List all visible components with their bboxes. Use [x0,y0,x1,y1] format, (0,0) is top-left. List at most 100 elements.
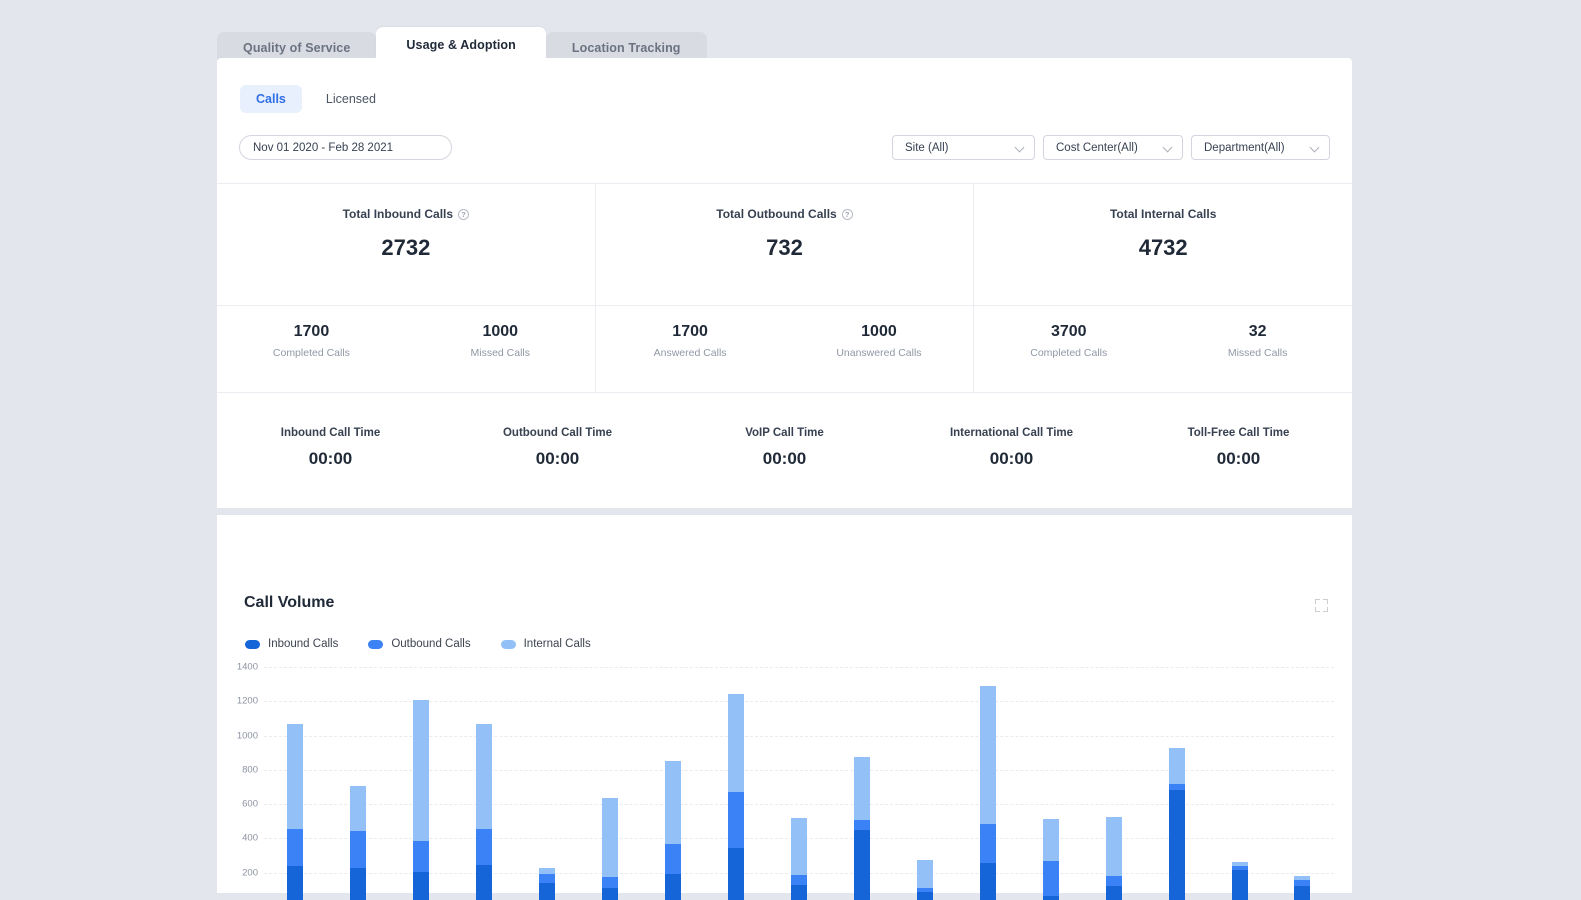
bar-slot[interactable] [390,667,453,900]
bar-segment [1294,886,1310,900]
legend-label: Outbound Calls [391,638,470,650]
kpi-sub-value: 1000 [482,323,518,341]
stacked-bar[interactable] [1232,862,1248,900]
chevron-down-icon [1164,143,1173,152]
kpi-card-inbound-header: Total Inbound Calls ? 2732 [217,184,595,306]
legend-item[interactable]: Internal Calls [501,638,591,650]
bar-slot[interactable] [642,667,705,900]
bar-segment [665,761,681,843]
bar-segment [539,874,555,883]
bar-slot[interactable] [327,667,390,900]
stacked-bar[interactable] [728,694,744,900]
bar-segment [1169,748,1185,784]
stacked-bar[interactable] [917,860,933,900]
bar-segment [350,868,366,900]
call-time-value: 00:00 [990,449,1033,469]
bar-segment [476,865,492,900]
kpi-sub-value: 1700 [294,323,330,341]
kpi-card-internal-value: 4732 [1139,235,1188,261]
y-axis-tick-label: 1200 [237,696,258,707]
legend-swatch [368,640,383,649]
bar-slot[interactable] [1082,667,1145,900]
bar-slot[interactable] [453,667,516,900]
bar-segment [854,820,870,829]
legend-label: Inbound Calls [268,638,338,650]
bar-slot[interactable] [956,667,1019,900]
bar-slot[interactable] [1145,667,1208,900]
expand-icon[interactable] [1315,599,1328,612]
help-icon[interactable]: ? [842,209,853,220]
site-filter-value: Site (All) [905,142,948,154]
view-switcher: Calls Licensed [240,85,392,113]
stacked-bar[interactable] [1169,748,1185,900]
kpi-sub-metric: 3700 Completed Calls [974,306,1163,392]
kpi-card-internal-subs: 3700 Completed Calls 32 Missed Calls [974,306,1352,392]
bar-segment [728,792,744,848]
date-range-input[interactable]: Nov 01 2020 - Feb 28 2021 [239,135,452,160]
stacked-bar[interactable] [1294,876,1310,900]
bar-segment [1169,790,1185,900]
bar-slot[interactable] [264,667,327,900]
stacked-bar[interactable] [791,818,807,900]
stacked-bar[interactable] [602,798,618,900]
kpi-sub-metric: 1700 Completed Calls [217,306,406,392]
help-icon[interactable]: ? [458,209,469,220]
kpi-card-inbound-label: Total Inbound Calls [343,207,453,221]
legend-item[interactable]: Inbound Calls [245,638,338,650]
department-filter-dropdown[interactable]: Department(All) [1191,135,1330,160]
stacked-bar[interactable] [665,761,681,900]
y-axis-tick-label: 600 [242,799,258,810]
cost-center-filter-dropdown[interactable]: Cost Center(All) [1043,135,1183,160]
bar-slot[interactable] [705,667,768,900]
bar-slot[interactable] [1271,667,1334,900]
page-title: Call Volume [244,594,334,612]
legend-item[interactable]: Outbound Calls [368,638,470,650]
kpi-card-inbound-value: 2732 [381,235,430,261]
bar-slot[interactable] [516,667,579,900]
bar-slot[interactable] [830,667,893,900]
y-axis-tick-label: 1000 [237,730,258,741]
bar-slot[interactable] [1208,667,1271,900]
stacked-bar[interactable] [539,868,555,900]
stacked-bar[interactable] [980,686,996,900]
bar-segment [602,888,618,900]
kpi-card-inbound-subs: 1700 Completed Calls 1000 Missed Calls [217,306,595,392]
call-time-international: International Call Time 00:00 [898,427,1125,469]
stacked-bar[interactable] [1106,817,1122,900]
bar-slot[interactable] [893,667,956,900]
bar-slot[interactable] [579,667,642,900]
kpi-card-internal-label-row: Total Internal Calls [1110,207,1216,221]
view-switcher-calls[interactable]: Calls [240,85,302,113]
call-time-value: 00:00 [763,449,806,469]
bar-segment [854,830,870,900]
call-time-label: Outbound Call Time [503,427,612,439]
stacked-bar[interactable] [413,700,429,900]
call-time-strip: Inbound Call Time 00:00 Outbound Call Ti… [217,403,1352,500]
kpi-card-internal-label: Total Internal Calls [1110,207,1216,221]
content-panel: Calls Licensed Nov 01 2020 - Feb 28 2021… [217,58,1352,893]
kpi-sub-label: Completed Calls [1030,347,1107,359]
bar-slot[interactable] [768,667,831,900]
bar-slot[interactable] [1019,667,1082,900]
stacked-bar[interactable] [854,757,870,900]
bar-segment [287,829,303,866]
stacked-bar[interactable] [1043,819,1059,900]
kpi-sub-metric: 1000 Unanswered Calls [785,306,974,392]
call-time-value: 00:00 [536,449,579,469]
kpi-card-outbound-subs: 1700 Answered Calls 1000 Unanswered Call… [596,306,974,392]
y-axis: 0200400600800100012001400 [217,667,264,900]
kpi-sub-value: 32 [1249,323,1267,341]
stacked-bar[interactable] [287,724,303,900]
kpi-card-outbound: Total Outbound Calls ? 732 1700 Answered… [596,184,975,392]
kpi-card-outbound-label: Total Outbound Calls [716,207,836,221]
bar-segment [980,686,996,824]
call-volume-chart: 0200400600800100012001400 Nov 01Nov 02No… [217,667,1352,900]
kpi-sub-label: Unanswered Calls [836,347,921,359]
bar-segment [1043,861,1059,896]
bar-segment [665,874,681,900]
bar-segment [980,863,996,900]
stacked-bar[interactable] [476,724,492,900]
view-switcher-licensed[interactable]: Licensed [310,85,392,113]
stacked-bar[interactable] [350,786,366,900]
site-filter-dropdown[interactable]: Site (All) [892,135,1035,160]
